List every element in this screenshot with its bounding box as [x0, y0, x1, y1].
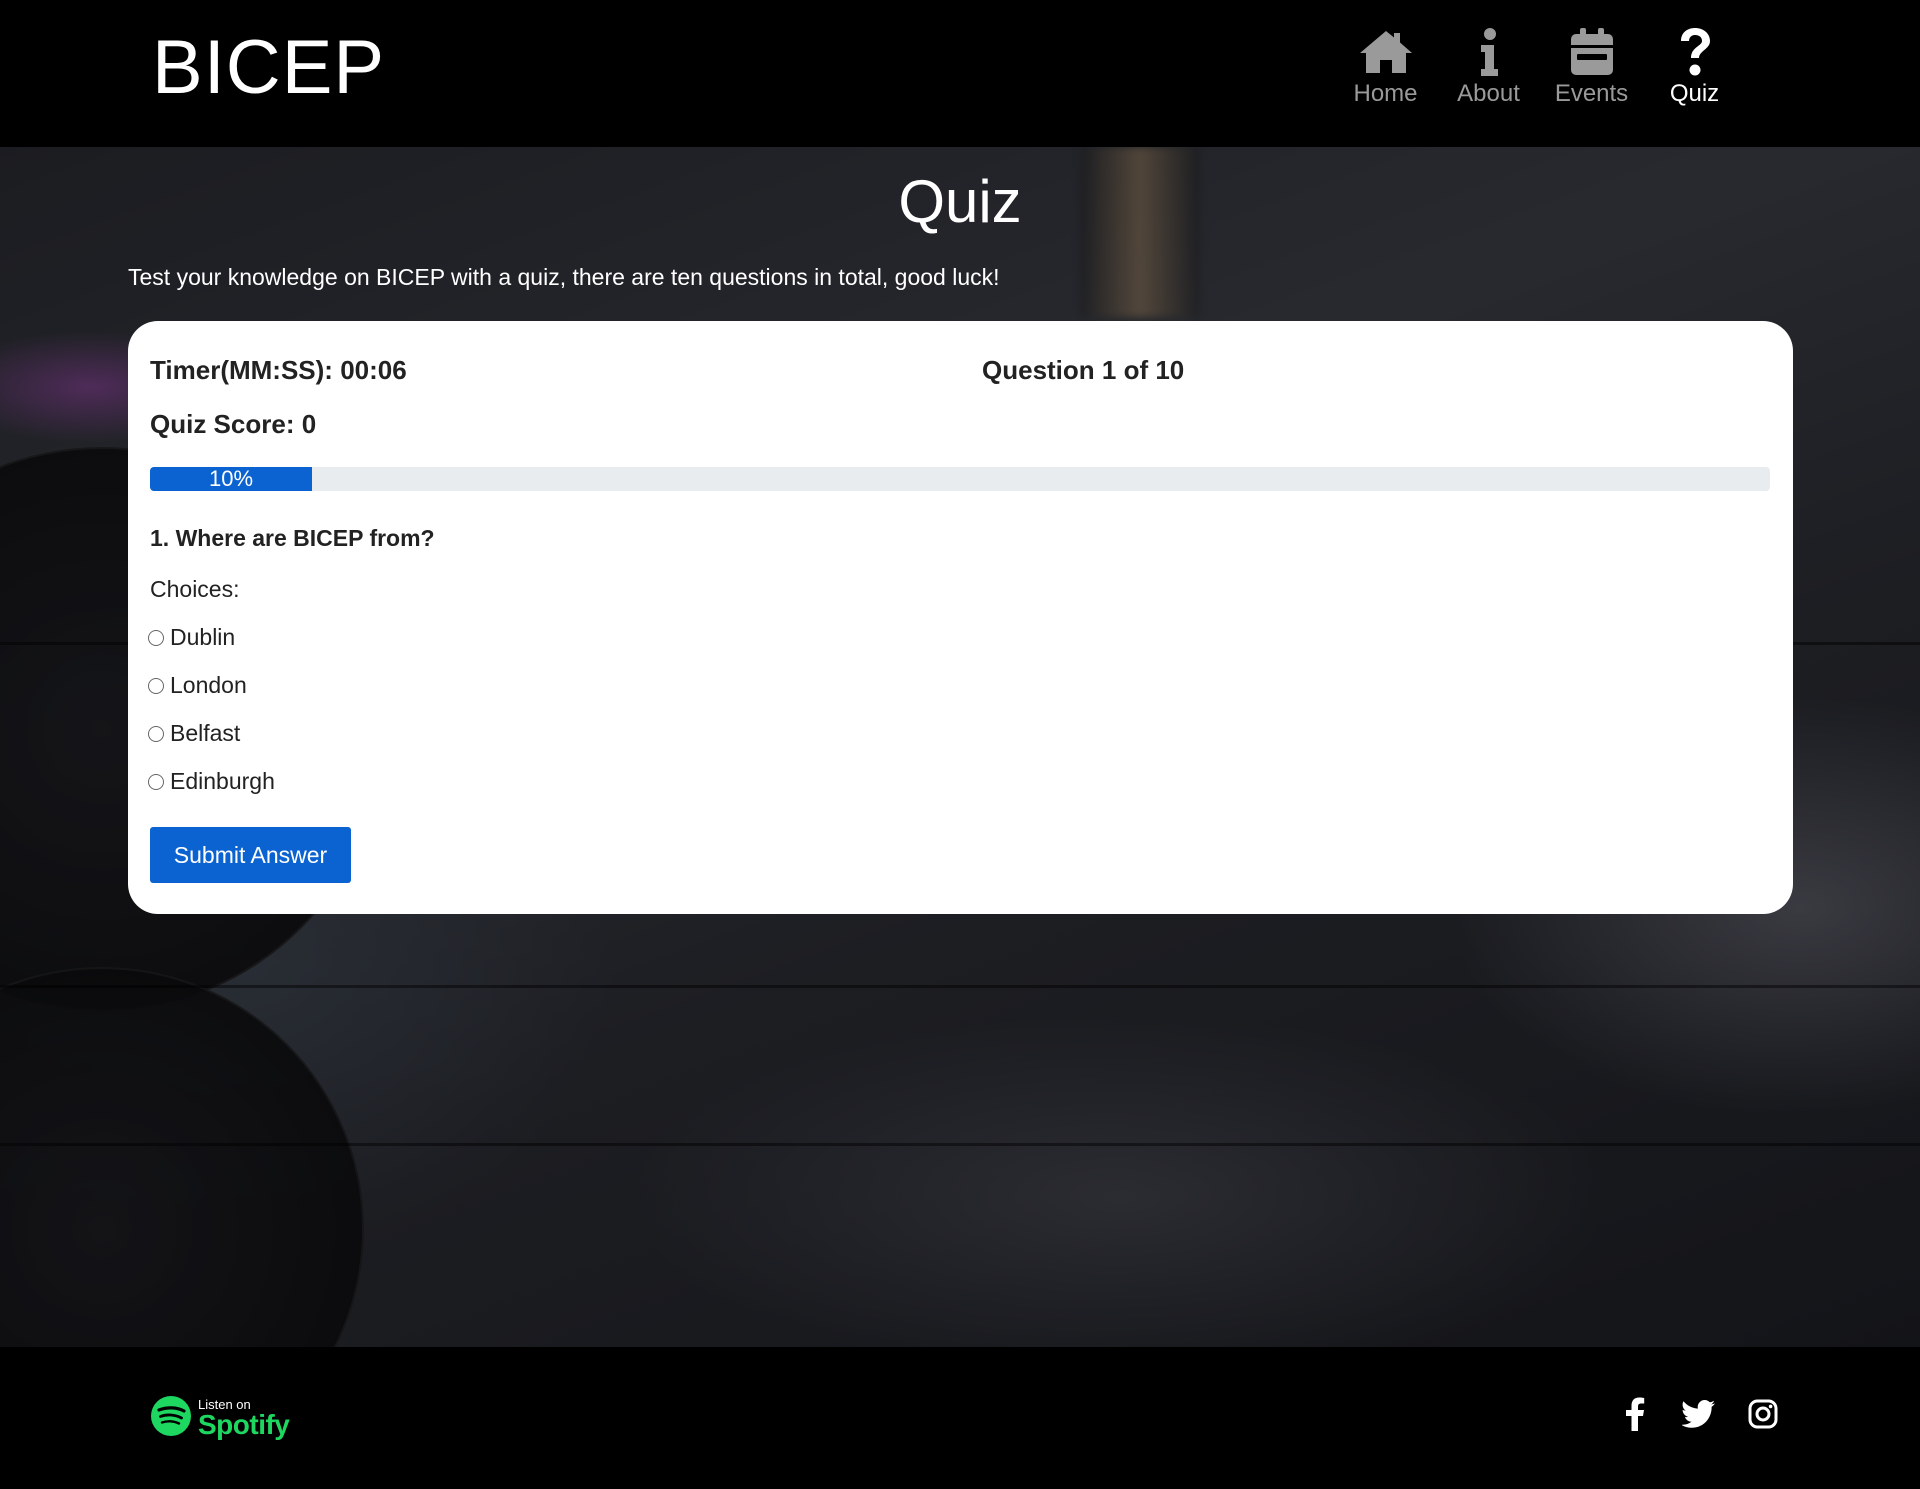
info-icon — [1459, 24, 1519, 80]
home-icon — [1356, 24, 1416, 80]
choice-option[interactable]: Dublin — [148, 624, 235, 651]
choice-option[interactable]: Edinburgh — [148, 768, 275, 795]
choices-label: Choices: — [150, 576, 240, 602]
site-footer: Listen on Spotify — [0, 1347, 1920, 1489]
choice-label: London — [170, 672, 247, 698]
question-icon — [1665, 24, 1725, 80]
nav-home-label: Home — [1353, 80, 1418, 107]
choice-option[interactable]: London — [148, 672, 247, 699]
nav-events[interactable]: Events — [1540, 24, 1643, 108]
radio-button[interactable] — [148, 725, 164, 742]
submit-answer-button[interactable]: Submit Answer — [150, 827, 351, 883]
question-text: 1. Where are BICEP from? — [150, 525, 435, 551]
quiz-score: Quiz Score: 0 — [150, 409, 317, 439]
brand-logo[interactable]: BICEP — [152, 30, 385, 106]
choice-label: Edinburgh — [170, 768, 275, 794]
nav-events-label: Events — [1554, 80, 1629, 107]
choice-label: Dublin — [170, 624, 236, 650]
nav-quiz-label: Quiz — [1669, 80, 1720, 107]
quiz-timer: Timer(MM:SS): 00:06 — [150, 355, 407, 385]
radio-button[interactable] — [148, 773, 164, 790]
spotify-icon — [150, 1395, 192, 1442]
question-counter: Question 1 of 10 — [982, 355, 1185, 385]
spotify-wordmark: Spotify — [198, 1409, 290, 1440]
nav-home[interactable]: Home — [1334, 24, 1437, 108]
choice-label: Belfast — [170, 720, 241, 746]
nav-quiz[interactable]: Quiz — [1643, 24, 1746, 108]
choice-option[interactable]: Belfast — [148, 720, 240, 747]
radio-button[interactable] — [148, 677, 164, 694]
radio-button[interactable] — [148, 629, 164, 646]
calendar-icon — [1562, 24, 1622, 80]
nav-about[interactable]: About — [1437, 24, 1540, 108]
quiz-card: Timer(MM:SS): 00:06 Question 1 of 10 Qui… — [128, 321, 1793, 914]
spotify-link[interactable]: Listen on Spotify — [150, 1395, 290, 1442]
main-nav: Home About Events Quiz — [1334, 24, 1746, 108]
progress-bar: 10% — [150, 467, 1770, 491]
facebook-icon[interactable] — [1618, 1397, 1652, 1431]
nav-about-label: About — [1457, 80, 1520, 107]
instagram-icon[interactable] — [1746, 1397, 1780, 1431]
progress-fill: 10% — [150, 467, 312, 491]
page-title: Quiz — [898, 168, 1022, 235]
quiz-intro: Test your knowledge on BICEP with a quiz… — [128, 264, 1000, 290]
social-links — [1618, 1397, 1780, 1431]
site-header: BICEP Home About Events Quiz — [0, 0, 1920, 147]
twitter-icon[interactable] — [1682, 1397, 1716, 1431]
